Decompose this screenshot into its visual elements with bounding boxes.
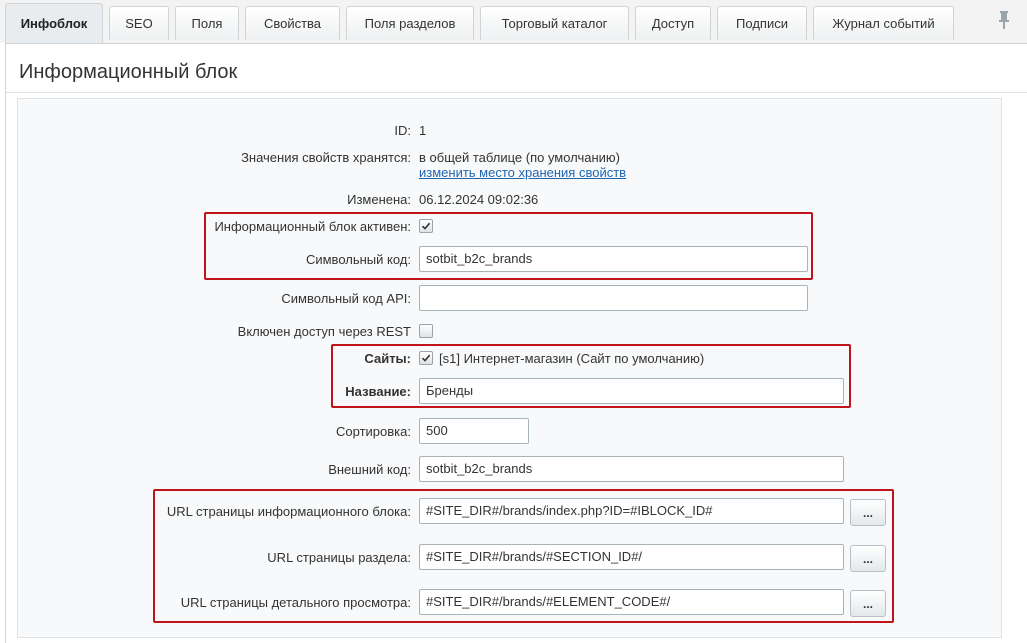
- rest-checkbox[interactable]: [419, 324, 433, 338]
- tab-section-fields[interactable]: Поля разделов: [346, 6, 474, 40]
- highlight-frame-active-code: [204, 212, 813, 280]
- tab-captions[interactable]: Подписи: [717, 6, 807, 40]
- id-value: 1: [419, 123, 427, 138]
- highlight-frame-sites-name: [331, 344, 851, 408]
- tab-infoblock[interactable]: Инфоблок: [5, 3, 103, 43]
- storage-value: в общей таблице (по умолчанию): [419, 150, 621, 165]
- xml-id-label: Внешний код:: [328, 462, 411, 477]
- modified-label: Изменена:: [347, 192, 411, 207]
- api-code-input[interactable]: [419, 285, 808, 311]
- storage-label: Значения свойств хранятся:: [241, 150, 411, 165]
- id-label: ID:: [394, 123, 411, 138]
- xml-id-input[interactable]: sotbit_b2c_brands: [419, 456, 844, 482]
- sort-input[interactable]: 500: [419, 418, 529, 444]
- title-divider: [6, 92, 1027, 93]
- page-title: Информационный блок: [19, 61, 238, 83]
- highlight-frame-urls: [153, 489, 894, 623]
- pin-icon[interactable]: [995, 10, 1013, 30]
- tab-bar: Инфоблок SEO Поля Свойства Поля разделов…: [0, 0, 1027, 43]
- tab-event-log[interactable]: Журнал событий: [813, 6, 954, 40]
- sort-label: Сортировка:: [336, 424, 411, 439]
- tab-trade-catalog[interactable]: Торговый каталог: [480, 6, 629, 40]
- modified-value: 06.12.2024 09:02:36: [419, 192, 539, 207]
- tab-properties[interactable]: Свойства: [245, 6, 340, 40]
- tab-access[interactable]: Доступ: [635, 6, 711, 40]
- api-code-label: Символьный код API:: [281, 291, 411, 306]
- rest-label: Включен доступ через REST: [237, 324, 411, 339]
- tab-seo[interactable]: SEO: [109, 6, 169, 40]
- tab-fields[interactable]: Поля: [175, 6, 239, 40]
- change-storage-link[interactable]: изменить место хранения свойств: [419, 165, 626, 180]
